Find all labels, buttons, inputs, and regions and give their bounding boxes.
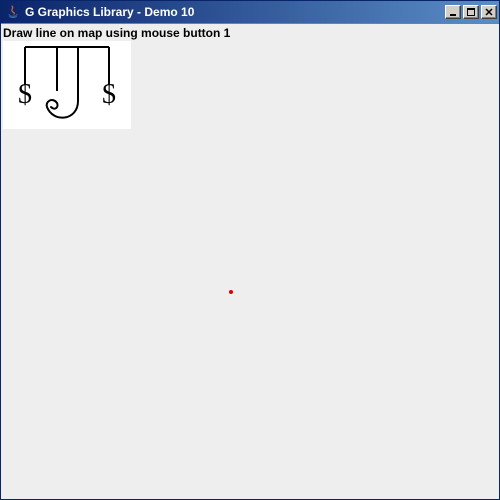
logo-panel: $ $ xyxy=(3,41,131,129)
instruction-text: Draw line on map using mouse button 1 xyxy=(3,26,230,40)
drawn-point xyxy=(229,290,233,294)
application-window: G Graphics Library - Demo 10 Draw line o… xyxy=(0,0,500,500)
svg-text:$: $ xyxy=(18,79,32,110)
decorative-glyph-icon: $ $ xyxy=(3,41,131,129)
window-title: G Graphics Library - Demo 10 xyxy=(25,5,445,19)
close-button[interactable] xyxy=(481,5,497,19)
svg-text:$: $ xyxy=(102,79,116,110)
titlebar[interactable]: G Graphics Library - Demo 10 xyxy=(1,1,499,23)
minimize-button[interactable] xyxy=(445,5,461,19)
window-controls xyxy=(445,5,499,19)
maximize-button[interactable] xyxy=(463,5,479,19)
drawing-canvas[interactable]: Draw line on map using mouse button 1 $ … xyxy=(1,23,499,499)
java-app-icon xyxy=(5,4,21,20)
